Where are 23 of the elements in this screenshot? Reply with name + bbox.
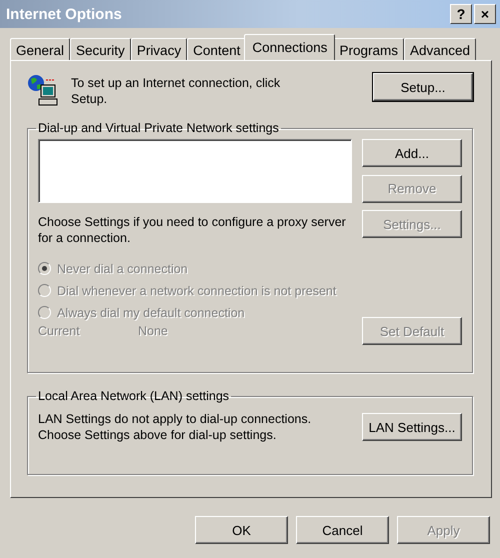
tab[interactable]: Connections — [244, 34, 336, 60]
close-button[interactable]: × — [474, 4, 496, 24]
tab[interactable]: Privacy — [130, 38, 188, 60]
setup-button[interactable]: Setup... — [373, 73, 473, 101]
help-button[interactable]: ? — [450, 4, 472, 24]
tab[interactable]: General — [10, 38, 70, 60]
group-title: Local Area Network (LAN) settings — [37, 389, 230, 403]
current-value: None — [138, 324, 169, 338]
tab[interactable]: Security — [70, 38, 131, 60]
tab[interactable]: Advanced — [404, 38, 476, 60]
tab[interactable]: Programs — [333, 38, 404, 60]
add-button[interactable]: Add... — [362, 139, 462, 167]
setup-text: To set up an Internet connection, click Setup. — [71, 75, 282, 107]
proxy-text: Choose Settings if you need to configure a proxy server for a connection. — [38, 214, 347, 246]
connection-list[interactable] — [38, 139, 352, 203]
lan-text: LAN Settings do not apply to dial-up connections. Choose Settings above for dial-up settings. — [38, 411, 312, 443]
window-title: Internet Options — [6, 6, 123, 22]
tab[interactable]: Content — [187, 38, 246, 60]
group-title: Dial-up and Virtual Private Network settings — [37, 121, 280, 135]
cancel-button[interactable]: Cancel — [296, 516, 389, 544]
ok-button[interactable]: OK — [195, 516, 288, 544]
lan-settings-button[interactable]: LAN Settings... — [362, 413, 462, 441]
current-label: Current — [38, 324, 81, 338]
